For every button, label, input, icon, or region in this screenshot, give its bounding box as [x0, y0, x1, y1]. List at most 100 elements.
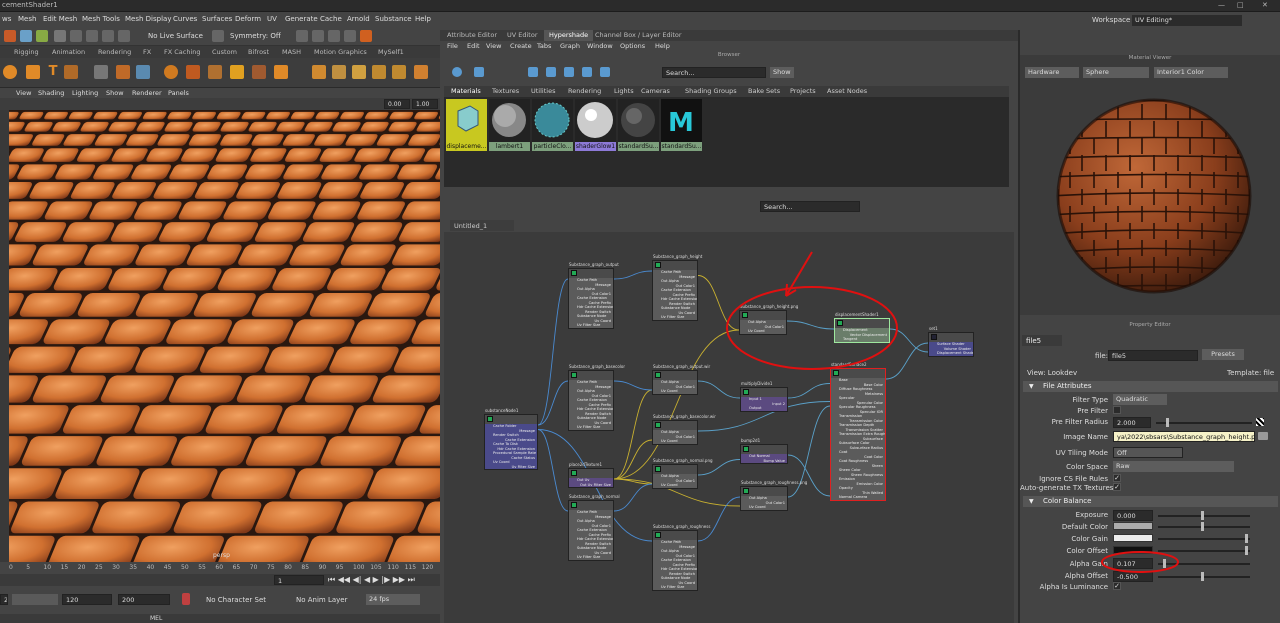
keyframe-icon[interactable] [1256, 418, 1264, 426]
point-snap-icon[interactable] [102, 30, 114, 42]
node-attribute[interactable]: Bump Value [741, 459, 787, 464]
auto-key-icon[interactable] [182, 593, 190, 605]
vertex-mode-icon[interactable] [20, 30, 32, 42]
pack-icon[interactable] [372, 65, 386, 79]
graph-node[interactable]: bump2d1 Out Normal Bump Value [740, 438, 788, 464]
graph-node[interactable]: Substance_graph_basecolor Cache Path Messa… [568, 364, 625, 431]
menu-item[interactable]: Help [415, 15, 431, 23]
menu-item[interactable]: Mesh Display [125, 15, 171, 23]
swatch-icon[interactable] [600, 67, 610, 77]
graph-node[interactable]: Substance_graph_normal Cache Path Message O… [568, 494, 620, 561]
hypershade-shelf-icon[interactable] [164, 65, 178, 79]
viewport-menu-item[interactable]: Lighting [72, 89, 98, 97]
uv-tiling-select[interactable]: Off [1113, 447, 1183, 458]
material-tab[interactable]: Utilities [531, 87, 555, 95]
list-view-icon[interactable] [546, 67, 556, 77]
node-attribute[interactable]: Uv Filter Size [485, 465, 537, 470]
folder-icon[interactable] [392, 65, 406, 79]
live-surface-label[interactable]: No Live Surface [148, 32, 203, 40]
material-tab[interactable]: Lights [614, 87, 634, 95]
node-attribute[interactable]: Uv Filter Size [569, 425, 613, 430]
range-bar[interactable] [12, 594, 58, 605]
icon-view-icon[interactable] [528, 67, 538, 77]
material-tab[interactable]: Cameras [641, 87, 670, 95]
node-attribute[interactable]: Transmission Extra Roughness [831, 432, 885, 437]
snap-together-icon[interactable] [94, 65, 108, 79]
graph-node[interactable]: Substance_graph_roughness.png Out Alpha Ou… [740, 480, 807, 511]
ignore-cs-checkbox[interactable]: ✓ [1113, 474, 1121, 482]
presets-button[interactable]: Presets [1202, 349, 1244, 360]
node-attribute[interactable]: Tangent [835, 337, 889, 342]
node-attribute[interactable]: Normal Camera [831, 495, 885, 500]
current-frame-field[interactable]: 1 [274, 575, 324, 585]
shelf-tab[interactable]: Rendering [98, 48, 131, 56]
viewport-menu-item[interactable]: View [16, 89, 31, 97]
arnold-render-icon[interactable] [360, 30, 372, 42]
select-mode-icon[interactable] [4, 30, 16, 42]
node-attribute[interactable]: Output [741, 406, 787, 411]
shelf-tab[interactable]: Rigging [14, 48, 39, 56]
shelf-tab[interactable]: Animation [52, 48, 85, 56]
lock-icon[interactable] [54, 30, 66, 42]
editor-tab[interactable]: Hypershade [544, 30, 594, 41]
color-gain-swatch[interactable] [1113, 534, 1153, 542]
render-view-icon[interactable] [186, 65, 200, 79]
file-name-field[interactable]: file5 [1108, 350, 1198, 361]
shelf-tab[interactable]: MySelf1 [378, 48, 404, 56]
menu-item[interactable]: Edit Mesh [43, 15, 77, 23]
material-tab[interactable]: Bake Sets [748, 87, 780, 95]
color-balance-section[interactable]: Color Balance [1023, 496, 1278, 507]
viewport-value-1[interactable]: 0.00 [384, 99, 410, 109]
alpha-offset-slider[interactable] [1158, 576, 1250, 578]
material-tab[interactable]: Shading Groups [685, 87, 737, 95]
hypershade-menu-item[interactable]: Edit [467, 42, 480, 50]
pre-filter-radius-slider[interactable] [1156, 422, 1252, 424]
minimize-button[interactable]: — [1218, 1, 1225, 9]
workspace-select[interactable]: UV Editing* [1132, 15, 1242, 26]
symmetry-label[interactable]: Symmetry: Off [230, 32, 281, 40]
symmetry-icon[interactable] [212, 30, 224, 42]
node-tab[interactable]: file5 [1022, 335, 1062, 346]
swatch-displacement[interactable]: displaceme... [446, 99, 487, 151]
node-attribute[interactable]: Procedural Sample Rate [485, 451, 537, 456]
shelf-tab[interactable]: Motion Graphics [314, 48, 367, 56]
node-attribute[interactable]: Uv Filter Size [653, 315, 697, 320]
menu-item[interactable]: UV [267, 15, 277, 23]
editor-tab[interactable]: Attribute Editor [442, 30, 502, 41]
node-attribute[interactable]: Uv Coord [741, 505, 787, 510]
node-attribute[interactable]: Uv Coord [653, 483, 697, 488]
viewport-value-2[interactable]: 1.00 [412, 99, 438, 109]
material-tab[interactable]: Rendering [568, 87, 601, 95]
node-attribute[interactable]: Uv Filter Size [569, 323, 613, 328]
hypershade-menu-item[interactable]: Graph [560, 42, 580, 50]
hypershade-menu-item[interactable]: File [447, 42, 458, 50]
image-name-field[interactable]: ya\2022\sbsars\Substance_graph_height.pn… [1113, 431, 1255, 442]
shelf-tab[interactable]: Bifrost [248, 48, 269, 56]
fps-select[interactable]: 24 fps [366, 594, 420, 605]
magnet-icon[interactable] [70, 30, 82, 42]
material-tab[interactable]: Materials [451, 87, 481, 95]
shelf-tab[interactable]: FX Caching [164, 48, 201, 56]
viewport-menu-item[interactable]: Show [106, 89, 124, 97]
hypershade-menu-item[interactable]: Options [620, 42, 645, 50]
character-set-select[interactable]: No Character Set [206, 596, 266, 604]
node-attribute[interactable]: Displacement Shader [929, 351, 973, 356]
sun-icon[interactable] [3, 65, 17, 79]
menu-item[interactable]: Generate [285, 15, 318, 23]
node-attribute[interactable]: Out Uv Filter Size [569, 483, 613, 488]
hypershade-menu-item[interactable]: Create [510, 42, 532, 50]
cube-icon[interactable] [116, 65, 130, 79]
curve-snap-icon[interactable] [86, 30, 98, 42]
shelf-tab[interactable]: MASH [282, 48, 301, 56]
editor-tab[interactable]: UV Editor [502, 30, 543, 41]
color-gain-slider[interactable] [1158, 538, 1250, 540]
light-icon[interactable] [26, 65, 40, 79]
color-offset-knob[interactable] [1245, 546, 1248, 555]
file-attributes-section[interactable]: File Attributes [1023, 381, 1278, 392]
range-start-field[interactable]: 20 [0, 594, 8, 605]
environment-select[interactable]: Interior1 Color [1154, 67, 1228, 78]
render-layer-icon[interactable] [414, 65, 428, 79]
graph-node[interactable]: set1 Surface Shader Volume Shader Displacem… [928, 326, 974, 357]
hypershade-menu-item[interactable]: Tabs [537, 42, 551, 50]
graph-node[interactable]: standardSurface2 Base Base Color Diffuse Ro… [830, 362, 886, 501]
